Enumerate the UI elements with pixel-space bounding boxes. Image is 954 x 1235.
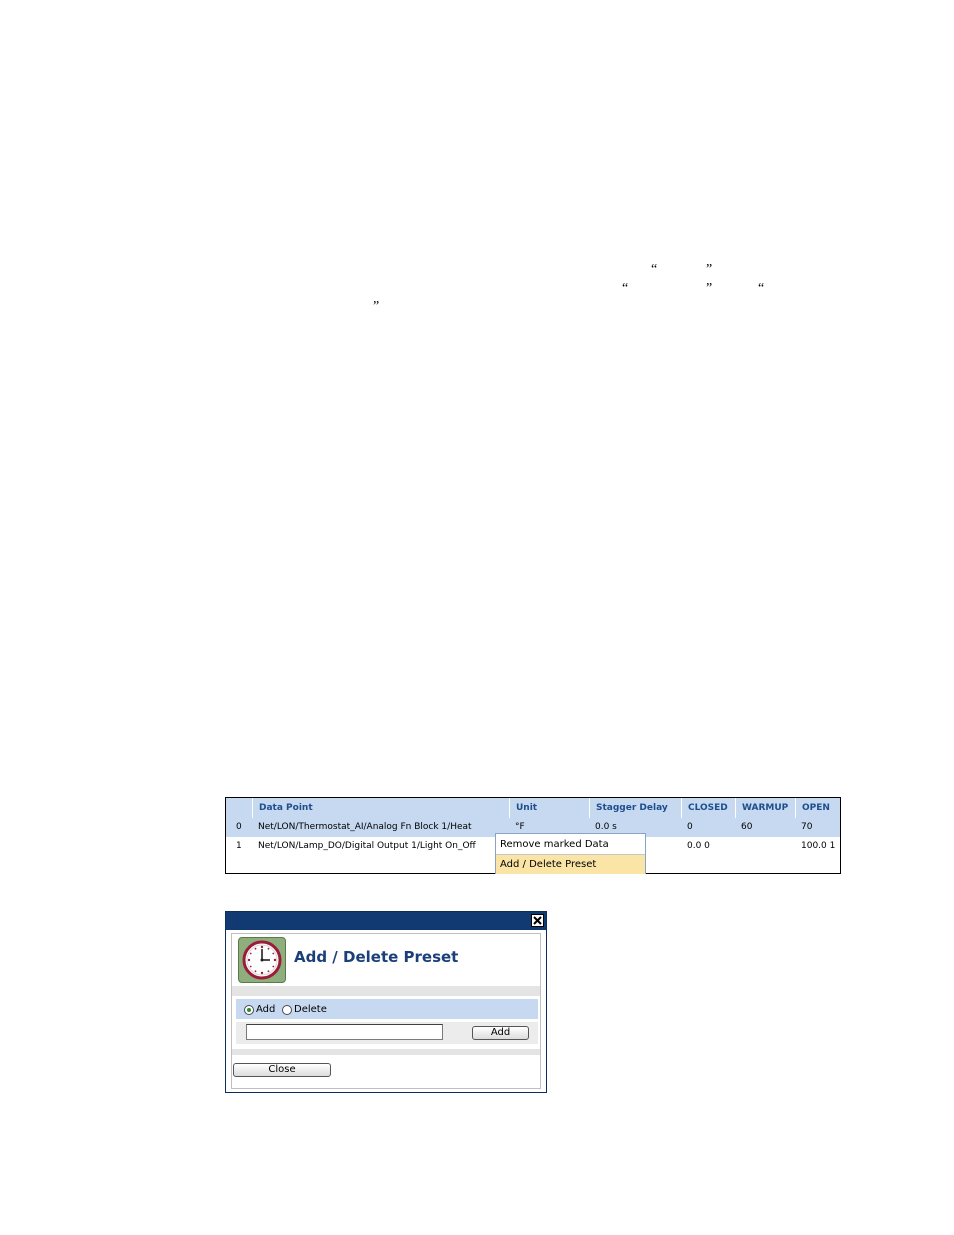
column-header-open[interactable]: OPEN	[795, 798, 842, 818]
quote-mark-open-1: “	[651, 262, 658, 277]
column-header-index	[226, 798, 252, 818]
clock-icon	[238, 937, 286, 983]
column-header-closed[interactable]: CLOSED	[681, 798, 735, 818]
close-button[interactable]: Close	[233, 1063, 331, 1077]
separator-band	[232, 986, 540, 996]
preset-name-input[interactable]	[246, 1024, 443, 1040]
open-value: 70	[801, 822, 813, 832]
column-header-data-point[interactable]: Data Point	[252, 798, 509, 818]
warmup-value	[735, 837, 741, 856]
menu-item-remove-data-points[interactable]: Remove marked Data Point(s)	[496, 835, 645, 869]
add-button[interactable]: Add	[472, 1026, 529, 1040]
radio-delete[interactable]	[282, 1005, 292, 1015]
quote-mark-close-2: ”	[706, 281, 713, 296]
dialog-body: Add / Delete Preset Add Delete Add Close	[231, 933, 541, 1089]
radio-add[interactable]	[244, 1005, 254, 1015]
row-index: 1	[236, 841, 242, 851]
dialog-titlebar[interactable]	[226, 912, 546, 930]
row-index: 0	[236, 822, 242, 832]
column-header-stagger-delay[interactable]: Stagger Delay	[589, 798, 681, 818]
quote-mark-close-3: ”	[373, 299, 380, 314]
column-header-unit[interactable]: Unit	[509, 798, 589, 818]
data-point-name: Net/LON/Lamp_DO/Digital Output 1/Light O…	[258, 841, 476, 851]
context-menu: Remove marked Data Point(s) Add / Delete…	[495, 833, 646, 874]
radio-delete-label[interactable]: Delete	[294, 1004, 327, 1016]
radio-add-label[interactable]: Add	[256, 1004, 275, 1016]
open-value: 100.0 1	[801, 841, 836, 851]
closed-value: 0	[687, 822, 693, 832]
warmup-value: 60	[741, 822, 753, 832]
column-header-warmup[interactable]: WARMUP	[735, 798, 795, 818]
footer-separator	[232, 1049, 540, 1055]
dialog-title: Add / Delete Preset	[294, 948, 459, 966]
data-point-name: Net/LON/Thermostat_AI/Analog Fn Block 1/…	[258, 822, 472, 832]
closed-value: 0.0 0	[687, 841, 710, 851]
table-header: Data Point Unit Stagger Delay CLOSED WAR…	[226, 798, 840, 818]
quote-mark-close-1: ”	[706, 262, 713, 277]
quote-mark-open-2: “	[622, 281, 629, 296]
menu-item-add-delete-preset[interactable]: Add / Delete Preset	[496, 855, 645, 874]
quote-mark-open-3: “	[758, 281, 765, 296]
close-icon[interactable]	[531, 914, 544, 927]
preset-dialog: Add / Delete Preset Add Delete Add Close	[225, 911, 547, 1093]
